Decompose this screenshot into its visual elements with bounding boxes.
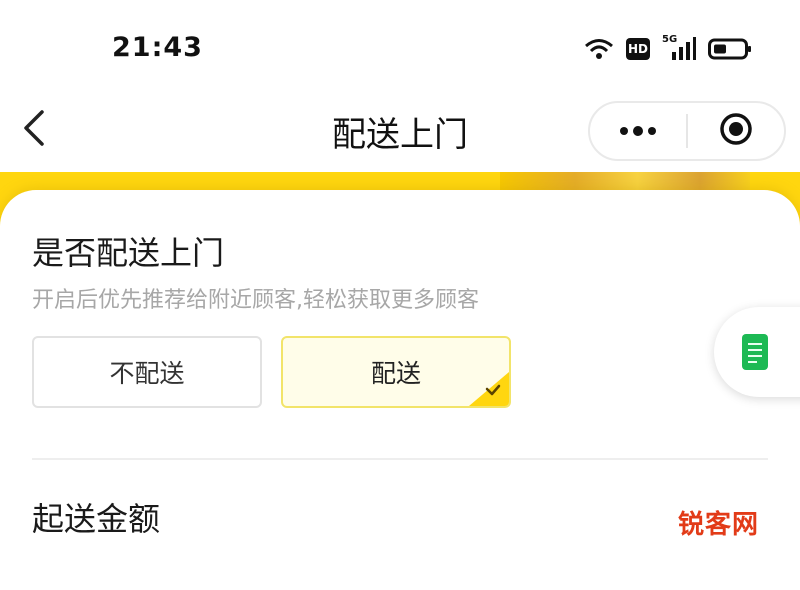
battery-icon	[708, 37, 752, 61]
watermark: 锐客网	[678, 510, 760, 540]
delivery-option[interactable]: 配送	[281, 336, 511, 408]
hd-icon: HD	[626, 38, 650, 60]
network-type-label: 5G	[662, 34, 678, 45]
more-dots-icon	[618, 122, 658, 141]
mini-program-capsule	[588, 101, 786, 161]
delivery-section-title: 是否配送上门	[32, 234, 225, 272]
no-delivery-option[interactable]: 不配送	[32, 336, 262, 408]
wifi-icon	[584, 38, 614, 60]
delivery-section-subtitle: 开启后优先推荐给附近顾客,轻松获取更多顾客	[32, 288, 479, 313]
back-button[interactable]	[8, 105, 58, 155]
document-icon	[742, 334, 768, 370]
min-amount-section-title: 起送金额	[32, 500, 161, 538]
signal-icon: 5G	[662, 34, 696, 62]
status-time: 21:43	[112, 32, 203, 63]
floating-doc-button[interactable]	[714, 307, 800, 397]
delivery-label: 配送	[370, 359, 421, 388]
nav-bar: 配送上门	[0, 95, 800, 167]
status-bar: 21:43 HD 5G	[0, 0, 800, 95]
section-divider	[32, 458, 768, 460]
chevron-left-icon	[20, 108, 46, 152]
close-button[interactable]	[688, 103, 784, 159]
checkmark-icon	[485, 373, 501, 402]
status-icons: HD 5G	[584, 34, 752, 64]
target-circle-icon	[718, 111, 754, 151]
more-button[interactable]	[590, 103, 686, 159]
no-delivery-label: 不配送	[109, 359, 185, 388]
